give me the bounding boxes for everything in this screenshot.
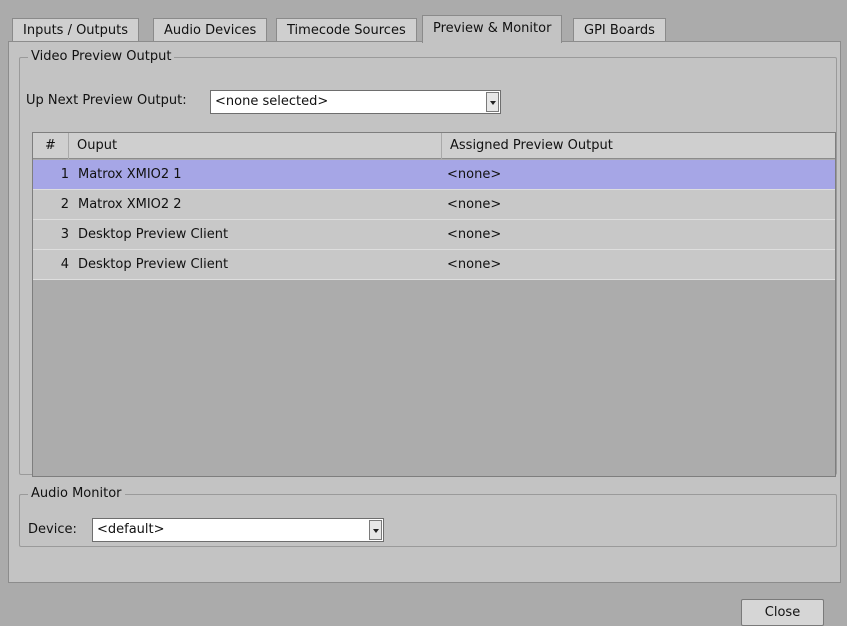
audio-monitor-legend: Audio Monitor (31, 486, 122, 501)
column-header-number[interactable]: # (33, 133, 69, 159)
table-row[interactable]: 2 Matrox XMIO2 2 <none> (33, 190, 835, 220)
tab-audio-devices[interactable]: Audio Devices (153, 18, 268, 42)
table-row[interactable]: 4 Desktop Preview Client <none> (33, 250, 835, 280)
table-row[interactable]: 3 Desktop Preview Client <none> (33, 220, 835, 250)
audio-device-dropdown[interactable]: <default> (92, 518, 384, 542)
row-assigned-output[interactable]: <none> (447, 250, 501, 280)
row-number: 1 (60, 167, 69, 182)
row-assigned-output[interactable]: <none> (447, 220, 501, 250)
row-output: Desktop Preview Client (78, 257, 229, 272)
close-button[interactable]: Close (741, 599, 824, 626)
row-output: Desktop Preview Client (78, 227, 229, 242)
chevron-down-icon[interactable] (486, 92, 499, 112)
table-body: 1 Matrox XMIO2 1 <none> 2 Matrox XMIO2 2… (33, 160, 835, 280)
video-preview-output-legend: Video Preview Output (31, 49, 172, 64)
tab-inputs-outputs[interactable]: Inputs / Outputs (12, 18, 140, 42)
audio-monitor-group: Audio Monitor Device: <default> (19, 487, 837, 547)
audio-device-value: <default> (97, 522, 165, 537)
row-assigned-output[interactable]: <none> (447, 160, 501, 190)
device-label: Device: (28, 522, 77, 537)
video-preview-output-group: Video Preview Output Up Next Preview Out… (19, 49, 837, 477)
row-number: 4 (60, 257, 69, 272)
tab-gpi-boards[interactable]: GPI Boards (573, 18, 666, 42)
column-header-output[interactable]: Ouput (70, 133, 442, 159)
table-header: # Ouput Assigned Preview Output (33, 133, 835, 159)
table-row[interactable]: 1 Matrox XMIO2 1 <none> (33, 160, 835, 190)
row-output: Matrox XMIO2 2 (78, 197, 182, 212)
preview-output-table: # Ouput Assigned Preview Output 1 Matrox… (32, 132, 836, 477)
row-output: Matrox XMIO2 1 (78, 167, 182, 182)
up-next-preview-output-value: <none selected> (215, 94, 329, 109)
tab-strip: Inputs / Outputs Audio Devices Timecode … (12, 15, 842, 43)
row-number: 3 (60, 227, 69, 242)
up-next-preview-output-label: Up Next Preview Output: (26, 93, 187, 108)
column-header-assigned-preview-output[interactable]: Assigned Preview Output (443, 133, 835, 159)
tab-preview-monitor[interactable]: Preview & Monitor (422, 15, 563, 43)
up-next-preview-output-dropdown[interactable]: <none selected> (210, 90, 501, 114)
row-assigned-output[interactable]: <none> (447, 190, 501, 220)
tab-timecode-sources[interactable]: Timecode Sources (276, 18, 417, 42)
preview-monitor-panel: Video Preview Output Up Next Preview Out… (8, 41, 841, 583)
row-number: 2 (60, 197, 69, 212)
chevron-down-icon[interactable] (369, 520, 382, 540)
